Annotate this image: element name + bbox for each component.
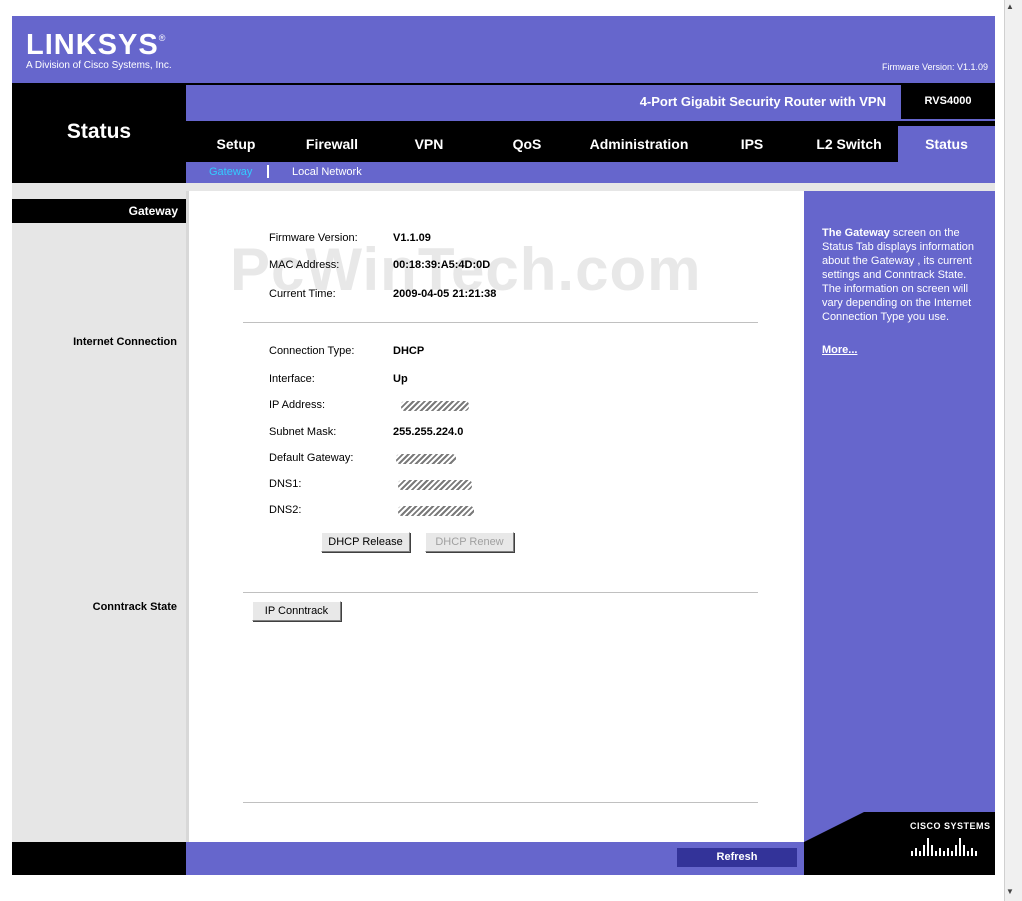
subtab-separator [267, 165, 269, 178]
interface-label: Interface: [269, 373, 315, 385]
gray-strip [12, 183, 995, 191]
tab-firewall[interactable]: Firewall [286, 126, 378, 162]
model-badge: RVS4000 [901, 85, 995, 119]
cisco-bars-icon [911, 838, 977, 856]
subnet-mask-value: 255.255.224.0 [393, 426, 464, 438]
ip-conntrack-button[interactable]: IP Conntrack [252, 601, 341, 621]
dns1-redacted [398, 480, 472, 490]
left-column [12, 191, 186, 842]
tab-l2-switch[interactable]: L2 Switch [800, 126, 898, 162]
help-more-link[interactable]: More... [822, 344, 857, 356]
ip-address-redacted [401, 401, 469, 411]
default-gateway-label: Default Gateway: [269, 452, 354, 464]
subtab-local-network[interactable]: Local Network [292, 166, 362, 178]
left-heading-internet-connection: Internet Connection [73, 336, 177, 348]
connection-type-label: Connection Type: [269, 345, 355, 357]
firmware-label: Firmware Version: [269, 232, 358, 244]
cisco-systems-logo: CISCO SYSTEMS [910, 821, 991, 831]
dns1-label: DNS1: [269, 478, 302, 490]
default-gateway-redacted [396, 454, 456, 464]
tab-setup[interactable]: Setup [186, 126, 286, 162]
help-text: The Gateway screen on the Status Tab dis… [822, 226, 982, 324]
dhcp-renew-button[interactable]: DHCP Renew [425, 532, 514, 552]
dhcp-release-button[interactable]: DHCP Release [321, 532, 410, 552]
firmware-value: V1.1.09 [393, 232, 431, 244]
tab-status[interactable]: Status [898, 126, 995, 162]
main-tabs: Setup Firewall VPN QoS Administration IP… [186, 126, 995, 162]
help-text-body: screen on the Status Tab displays inform… [822, 227, 975, 323]
refresh-button[interactable]: Refresh [677, 848, 797, 867]
tab-vpn[interactable]: VPN [378, 126, 480, 162]
tab-ips[interactable]: IPS [704, 126, 800, 162]
mac-label: MAC Address: [269, 259, 340, 271]
left-heading-conntrack-state: Conntrack State [92, 601, 177, 613]
divider [243, 322, 758, 323]
interface-value: Up [393, 373, 408, 385]
connection-type-value: DHCP [393, 345, 425, 357]
footer-left [12, 842, 186, 875]
ip-address-label: IP Address: [269, 399, 326, 411]
tab-qos[interactable]: QoS [480, 126, 574, 162]
dns2-label: DNS2: [269, 504, 302, 516]
product-name: 4-Port Gigabit Security Router with VPN [639, 94, 886, 109]
subnet-mask-label: Subnet Mask: [269, 426, 337, 438]
scrollbar[interactable] [1004, 0, 1022, 901]
divider [243, 802, 758, 803]
scroll-up-icon[interactable]: ▲ [1006, 2, 1014, 11]
subtab-gateway[interactable]: Gateway [209, 166, 252, 178]
divider [243, 592, 758, 593]
tab-administration[interactable]: Administration [574, 126, 704, 162]
tab-divider [186, 119, 995, 121]
section-title: Status [66, 120, 132, 143]
linksys-logo: LINKSYS® [26, 29, 167, 61]
time-label: Current Time: [269, 288, 336, 300]
left-heading-gateway: Gateway [12, 199, 186, 223]
dns2-redacted [398, 506, 474, 516]
time-value: 2009-04-05 21:21:38 [393, 288, 497, 300]
firmware-version-header: Firmware Version: V1.1.09 [881, 62, 988, 72]
mac-value: 00:18:39:A5:4D:0D [393, 259, 491, 271]
brand-subtitle: A Division of Cisco Systems, Inc. [26, 60, 172, 71]
help-text-bold: The Gateway [822, 227, 890, 239]
scroll-down-icon[interactable]: ▼ [1006, 887, 1014, 896]
